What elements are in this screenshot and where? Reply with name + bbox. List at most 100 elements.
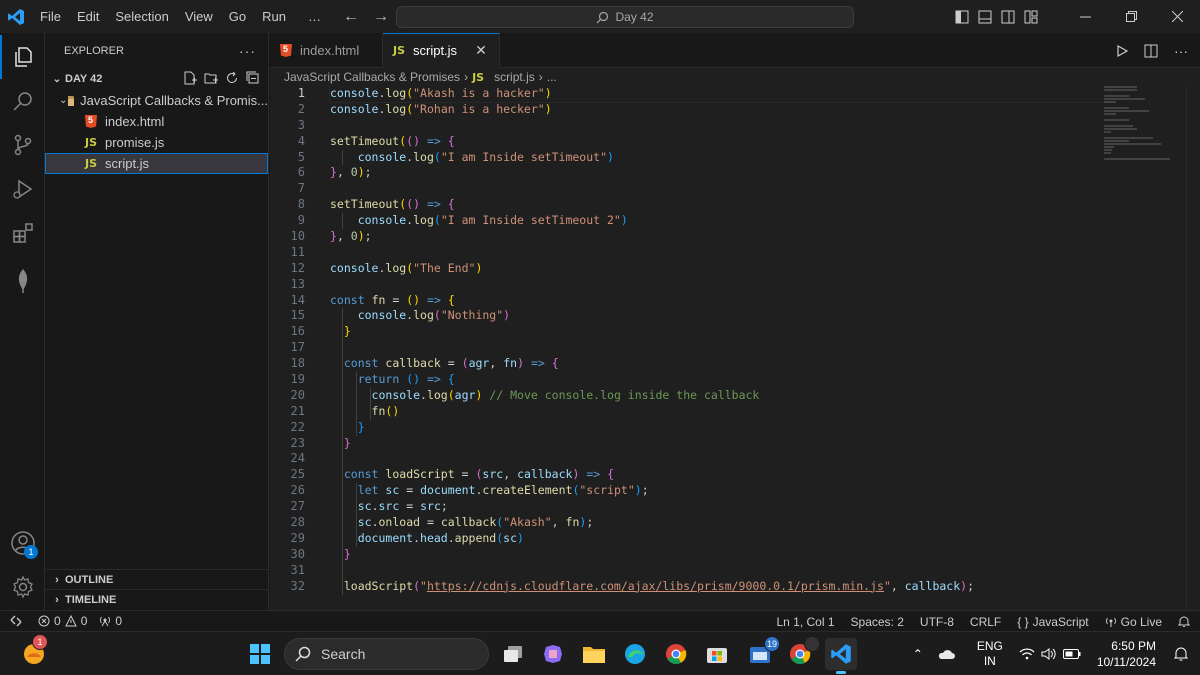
- new-folder-icon[interactable]: [204, 71, 218, 85]
- command-center-label: Day 42: [615, 10, 654, 24]
- tree-file-index-html[interactable]: index.html: [45, 111, 268, 132]
- edge-icon[interactable]: [619, 638, 651, 670]
- vscode-logo-icon: [0, 0, 32, 33]
- volume-icon[interactable]: [1041, 648, 1057, 660]
- weather-widget-icon[interactable]: 1: [18, 634, 50, 670]
- split-editor-icon[interactable]: [1144, 44, 1158, 58]
- minimap[interactable]: [1104, 86, 1186, 160]
- notification-bell-icon[interactable]: [1174, 647, 1188, 661]
- code-line: }: [342, 324, 351, 341]
- chrome-icon[interactable]: [660, 638, 692, 670]
- chevron-right-icon: ›: [55, 574, 59, 586]
- battery-icon[interactable]: [1062, 649, 1081, 659]
- line-number: 21: [290, 403, 305, 418]
- wifi-icon[interactable]: [1019, 648, 1035, 660]
- code-area[interactable]: console.log("Akash is a hacker") console…: [329, 86, 1111, 595]
- chrome-profile-icon[interactable]: [784, 636, 820, 670]
- remote-indicator-icon[interactable]: [0, 611, 32, 632]
- menu-more[interactable]: …: [294, 0, 329, 33]
- explorer-icon[interactable]: [0, 35, 45, 79]
- file-explorer-icon[interactable]: [578, 638, 610, 670]
- minimize-button[interactable]: [1062, 0, 1108, 33]
- editor-scrollbar[interactable]: [1186, 86, 1200, 610]
- code-line: }, 0);: [330, 165, 372, 180]
- problems-indicator[interactable]: 0 0: [38, 614, 87, 628]
- line-number: 15: [290, 308, 305, 323]
- tree-file-promise-js[interactable]: JS promise.js: [45, 132, 268, 153]
- task-view-icon[interactable]: [497, 638, 529, 670]
- menu-edit[interactable]: Edit: [69, 0, 107, 33]
- end-of-line[interactable]: CRLF: [970, 615, 1001, 629]
- menu-run[interactable]: Run: [254, 0, 294, 33]
- tab-index-html[interactable]: index.html: [270, 33, 383, 68]
- more-actions-icon[interactable]: ···: [239, 43, 256, 59]
- mongodb-icon[interactable]: [0, 259, 45, 303]
- chevron-up-icon[interactable]: ⌃: [913, 647, 923, 661]
- new-file-icon[interactable]: [183, 71, 197, 85]
- language-mode[interactable]: { } JavaScript: [1017, 615, 1088, 629]
- tree-file-script-js[interactable]: JS script.js: [45, 153, 268, 174]
- breadcrumb-tail[interactable]: ...: [547, 70, 557, 84]
- go-live-button[interactable]: Go Live: [1105, 615, 1162, 629]
- breadcrumb-file[interactable]: script.js: [494, 70, 535, 84]
- indentation[interactable]: Spaces: 2: [851, 615, 904, 629]
- line-number: 3: [297, 117, 305, 132]
- language-indicator[interactable]: ENG IN: [977, 639, 1003, 669]
- explorer-header: EXPLORER ···: [45, 33, 268, 68]
- menu-view[interactable]: View: [177, 0, 221, 33]
- profile-avatar: [804, 636, 820, 652]
- taskbar-search-label: Search: [321, 646, 366, 662]
- code-editor[interactable]: 1 2 3 4 5 6 7 8 9 10 11 12 13 14 15 16 17 18 19 20 21 22 23 24 2…: [270, 86, 1200, 610]
- microsoft-store-icon[interactable]: [701, 638, 733, 670]
- restore-button[interactable]: [1108, 0, 1154, 33]
- warning-icon: [64, 615, 77, 627]
- collapse-all-icon[interactable]: [246, 71, 260, 85]
- command-center[interactable]: Day 42: [396, 6, 854, 28]
- menu-file[interactable]: File: [32, 0, 69, 33]
- menu-selection[interactable]: Selection: [107, 0, 176, 33]
- menu-go[interactable]: Go: [221, 0, 254, 33]
- breadcrumb-folder[interactable]: JavaScript Callbacks & Promises: [284, 70, 460, 84]
- back-arrow-icon[interactable]: ←: [343, 8, 359, 26]
- timeline-section-header[interactable]: › TIMELINE: [45, 589, 269, 610]
- encoding[interactable]: UTF-8: [920, 615, 954, 629]
- close-tab-icon[interactable]: ✕: [475, 42, 487, 59]
- tab-label: script.js: [413, 43, 458, 58]
- code-line: const fn = () => {: [330, 292, 455, 307]
- notifications-bell-icon[interactable]: [1178, 615, 1190, 628]
- minimap-line: [1104, 119, 1129, 121]
- search-icon[interactable]: [0, 79, 45, 123]
- forward-arrow-icon[interactable]: →: [373, 8, 389, 26]
- run-icon[interactable]: [1116, 44, 1128, 57]
- minimap-line: [1104, 95, 1129, 97]
- system-tray: ⌃ ENG IN 6:50 PM 10/11/2024: [913, 632, 1200, 675]
- taskbar-search[interactable]: Search: [284, 638, 489, 670]
- toggle-panel-icon[interactable]: [973, 0, 996, 33]
- toggle-secondary-sidebar-icon[interactable]: [996, 0, 1019, 33]
- onedrive-icon[interactable]: [937, 648, 955, 660]
- settings-gear-icon[interactable]: [0, 565, 45, 609]
- tree-folder[interactable]: ⌄ JavaScript Callbacks & Promis...: [45, 90, 268, 111]
- source-control-icon[interactable]: [0, 123, 45, 167]
- run-debug-icon[interactable]: [0, 167, 45, 211]
- tab-script-js[interactable]: JS script.js ✕: [383, 33, 500, 68]
- clock[interactable]: 6:50 PM 10/11/2024: [1097, 638, 1156, 670]
- windows-start-icon[interactable]: [244, 638, 276, 670]
- workspace-folder-header[interactable]: ⌄ DAY 42: [45, 68, 268, 90]
- refresh-icon[interactable]: [225, 71, 239, 85]
- close-button[interactable]: [1154, 0, 1200, 33]
- tree-folder-label: JavaScript Callbacks & Promis...: [80, 93, 268, 108]
- vscode-taskbar-icon[interactable]: [825, 638, 857, 674]
- more-actions-icon[interactable]: ···: [1174, 43, 1188, 59]
- accounts-icon[interactable]: 1: [0, 521, 45, 565]
- minimap-line: [1104, 140, 1129, 142]
- cursor-position[interactable]: Ln 1, Col 1: [776, 615, 834, 629]
- outline-section-header[interactable]: › OUTLINE: [45, 569, 269, 590]
- toggle-primary-sidebar-icon[interactable]: [950, 0, 973, 33]
- customize-layout-icon[interactable]: [1019, 0, 1042, 33]
- ports-indicator[interactable]: 0: [99, 614, 122, 628]
- copilot-icon[interactable]: [537, 638, 569, 670]
- extensions-icon[interactable]: [0, 211, 45, 255]
- calendar-app-icon[interactable]: 19: [744, 636, 780, 670]
